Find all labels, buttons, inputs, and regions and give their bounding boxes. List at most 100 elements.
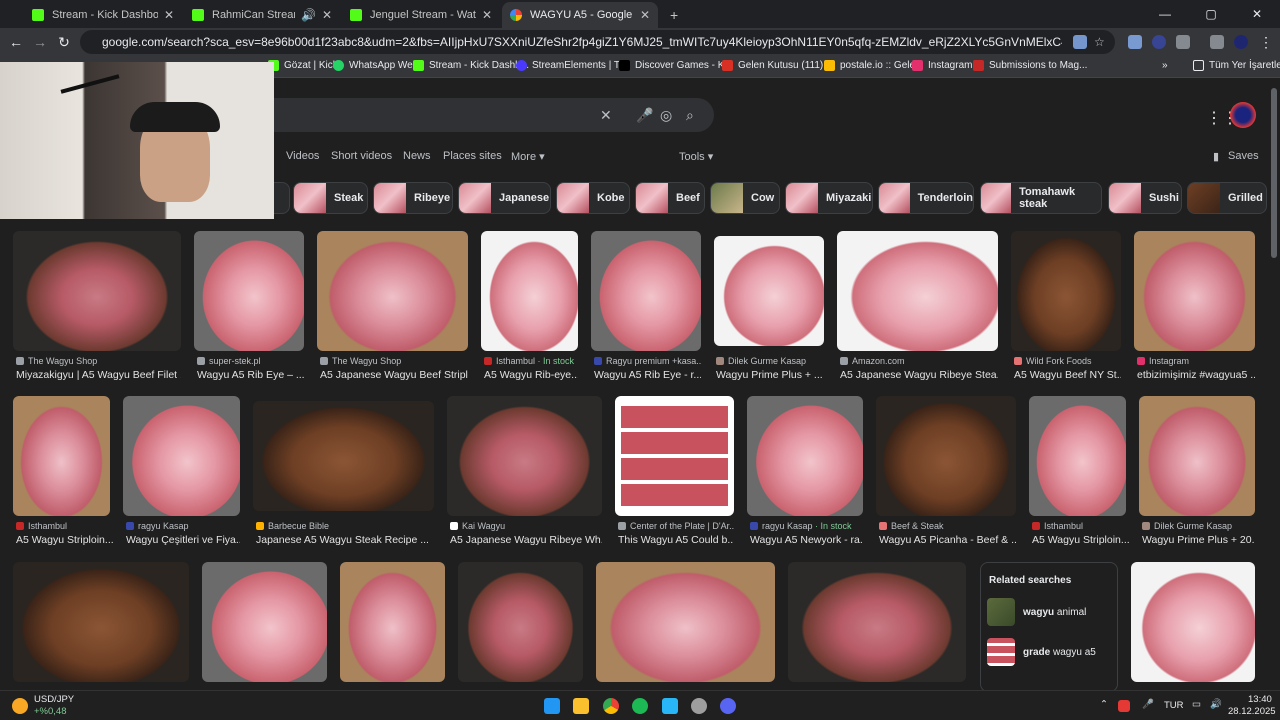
result-source[interactable]: ragyu Kasap · In stock: [750, 521, 863, 531]
image-result[interactable]: [1029, 396, 1126, 516]
filter-videos[interactable]: Videos: [286, 150, 319, 162]
result-title[interactable]: A5 Wagyu Striploin...: [1032, 534, 1132, 546]
image-result[interactable]: [123, 396, 240, 516]
lens-icon[interactable]: ◎: [660, 107, 672, 124]
result-source[interactable]: Dilek Gurme Kasap: [716, 356, 824, 366]
bookmark-item[interactable]: Stream - Kick Dashb...: [413, 60, 529, 71]
language-indicator[interactable]: TUR: [1164, 700, 1184, 711]
extensions-puzzle-icon[interactable]: [1176, 35, 1190, 49]
clear-search-icon[interactable]: ✕: [600, 107, 612, 124]
image-result[interactable]: [615, 396, 734, 516]
image-result[interactable]: [340, 562, 445, 682]
tab-rahmican-stream[interactable]: RahmiCan Stream - Watch L 🔊 ✕: [184, 2, 340, 28]
app-icon[interactable]: [691, 698, 707, 714]
image-result[interactable]: [1011, 231, 1121, 351]
result-source[interactable]: Instagram: [1137, 356, 1255, 366]
translate-icon[interactable]: [1073, 35, 1087, 49]
result-title[interactable]: Wagyu A5 Rib Eye – ...: [197, 369, 304, 381]
bookmark-item[interactable]: Gelen Kutusu (111)...: [722, 60, 832, 71]
close-icon[interactable]: ✕: [322, 8, 332, 22]
tray-app-icon[interactable]: [1118, 700, 1130, 712]
bookmark-item[interactable]: Submissions to Mag...: [973, 60, 1087, 71]
result-title[interactable]: A5 Wagyu Striploin...: [16, 534, 116, 546]
microphone-icon[interactable]: 🎤: [1142, 699, 1154, 710]
image-result[interactable]: [596, 562, 775, 682]
back-button[interactable]: ←: [8, 34, 24, 50]
chip-miyazaki[interactable]: Miyazaki: [785, 182, 873, 214]
result-source[interactable]: super-stek.pl: [197, 356, 304, 366]
file-explorer-icon[interactable]: [573, 698, 589, 714]
chrome-icon[interactable]: [603, 698, 619, 714]
tab-google-search[interactable]: WAGYU A5 - Google Search ✕: [502, 2, 658, 28]
bookmark-item[interactable]: WhatsApp Web: [333, 60, 418, 71]
image-result[interactable]: [13, 231, 181, 351]
image-result[interactable]: [1134, 231, 1255, 351]
profile-icon[interactable]: [1234, 35, 1248, 49]
result-source[interactable]: Amazon.com: [840, 356, 998, 366]
result-title[interactable]: A5 Japanese Wagyu Ribeye Wh...: [450, 534, 602, 546]
related-search-item[interactable]: grade wagyu a5: [987, 637, 1096, 667]
result-title[interactable]: A5 Wagyu Rib-eye...: [484, 369, 578, 381]
avatar[interactable]: [1230, 102, 1256, 128]
image-result[interactable]: [481, 231, 578, 351]
image-result[interactable]: [447, 396, 602, 516]
result-title[interactable]: Wagyu Prime Plus + ...: [716, 369, 824, 381]
result-source[interactable]: Kai Wagyu: [450, 521, 602, 531]
chip-steak[interactable]: Steak: [293, 182, 368, 214]
image-result[interactable]: [317, 231, 468, 351]
image-result[interactable]: [1131, 562, 1255, 682]
filter-more[interactable]: More ▾: [511, 150, 545, 163]
spotify-icon[interactable]: [632, 698, 648, 714]
forward-button[interactable]: →: [32, 34, 48, 50]
address-bar[interactable]: google.com/search?sca_esv=8e96b00d1f23ab…: [80, 30, 1115, 54]
related-search-item[interactable]: wagyu animal: [987, 597, 1086, 627]
new-tab-button[interactable]: +: [662, 2, 682, 28]
reading-list-icon[interactable]: [1210, 35, 1224, 49]
chip-beef[interactable]: Beef: [635, 182, 705, 214]
extension-icon[interactable]: [1128, 35, 1142, 49]
result-title[interactable]: A5 Japanese Wagyu Ribeye Stea...: [840, 369, 998, 381]
chip-grilled[interactable]: Grilled: [1187, 182, 1267, 214]
tab-jenguel-stream[interactable]: Jenguel Stream - Watch Live on ✕: [342, 2, 500, 28]
reload-button[interactable]: ↻: [56, 34, 72, 50]
audio-icon[interactable]: 🔊: [301, 8, 316, 22]
close-icon[interactable]: ✕: [640, 8, 650, 22]
result-title[interactable]: Miyazakigyu | A5 Wagyu Beef Filet ...: [16, 369, 181, 381]
image-result[interactable]: [747, 396, 863, 516]
close-icon[interactable]: ✕: [164, 8, 174, 22]
close-icon[interactable]: ✕: [482, 8, 492, 22]
weather-icon[interactable]: [12, 698, 28, 714]
network-icon[interactable]: ▭: [1192, 699, 1201, 710]
result-title[interactable]: Wagyu Prime Plus + 20...: [1142, 534, 1255, 546]
image-result[interactable]: [714, 236, 824, 346]
all-bookmarks-folder[interactable]: Tüm Yer İşaretleri: [1193, 60, 1280, 71]
image-result[interactable]: [876, 396, 1016, 516]
image-result[interactable]: [837, 231, 998, 351]
image-result[interactable]: [591, 231, 701, 351]
app-icon[interactable]: [662, 698, 678, 714]
result-source[interactable]: Barbecue Bible: [256, 521, 434, 531]
minimize-button[interactable]: —: [1142, 0, 1188, 28]
search-input[interactable]: ✕ 🎤 ◎ ⌕: [250, 98, 714, 132]
result-title[interactable]: etbizimişimiz #wagyua5 ...: [1137, 369, 1255, 381]
bookmark-item[interactable]: Gözat | Kick: [268, 60, 338, 71]
image-result[interactable]: [1139, 396, 1255, 516]
image-result[interactable]: [202, 562, 327, 682]
chip-japanese[interactable]: Japanese: [458, 182, 551, 214]
result-source[interactable]: Isthambul: [16, 521, 110, 531]
chip-kobe[interactable]: Kobe: [556, 182, 630, 214]
volume-icon[interactable]: 🔊: [1210, 699, 1222, 710]
result-source[interactable]: Dilek Gurme Kasap: [1142, 521, 1255, 531]
chip-sushi[interactable]: Sushi: [1108, 182, 1182, 214]
maximize-button[interactable]: ▢: [1188, 0, 1234, 28]
bookmark-item[interactable]: postale.io :: Gelen: [824, 60, 921, 71]
result-source[interactable]: Beef & Steak: [879, 521, 1016, 531]
result-source[interactable]: The Wagyu Shop: [16, 356, 176, 366]
clock-date[interactable]: 28.12.2025: [1228, 706, 1276, 717]
result-title[interactable]: Wagyu A5 Rib Eye - r...: [594, 369, 701, 381]
search-icon[interactable]: ⌕: [686, 107, 694, 124]
result-source[interactable]: Center of the Plate | D'Ar...: [618, 521, 734, 531]
bookmarks-overflow-icon[interactable]: »: [1162, 60, 1168, 71]
clock-time[interactable]: 13:40: [1248, 694, 1272, 705]
menu-icon[interactable]: ⋮: [1258, 34, 1274, 50]
